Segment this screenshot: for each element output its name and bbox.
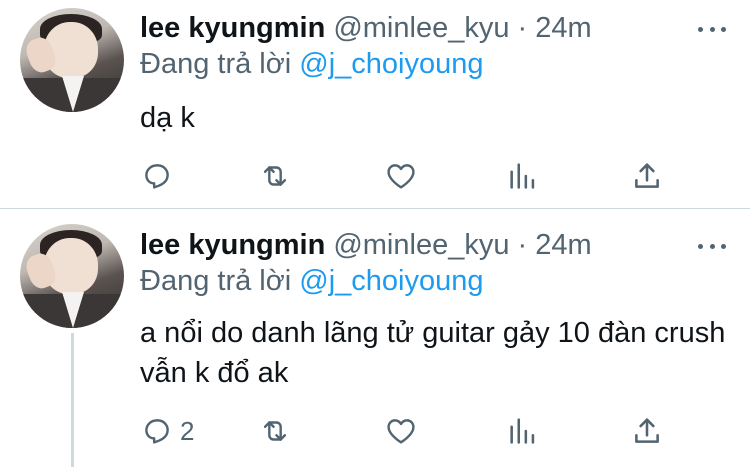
- avatar[interactable]: [20, 8, 124, 112]
- reply-count: 2: [180, 415, 195, 446]
- stats-button[interactable]: [506, 158, 540, 194]
- tweet[interactable]: lee kyungmin @minlee_kyu · 24m Đang trả …: [0, 0, 750, 208]
- mention-link[interactable]: @j_choiyoung: [299, 265, 483, 297]
- mention-link[interactable]: @j_choiyoung: [299, 48, 483, 80]
- retweet-icon: [263, 166, 287, 186]
- heart-icon: [387, 164, 415, 189]
- share-icon: [635, 163, 659, 188]
- replying-to: Đang trả lời @j_choiyoung: [140, 48, 483, 81]
- share-button[interactable]: [630, 413, 664, 449]
- replying-to-label: Đang trả lời: [140, 265, 300, 297]
- like-button[interactable]: [384, 158, 418, 194]
- tweet[interactable]: lee kyungmin @minlee_kyu · 24m Đang trả …: [0, 209, 750, 467]
- like-button[interactable]: [384, 413, 418, 449]
- tweet-text: a nổi do danh lãng tử guitar gảy 10 đàn …: [140, 317, 726, 389]
- replying-to: Đang trả lời @j_choiyoung: [140, 265, 483, 298]
- reply-button[interactable]: 2: [140, 413, 194, 449]
- stats-button[interactable]: [506, 413, 540, 449]
- tweet-header: lee kyungmin @minlee_kyu · 24m: [140, 8, 592, 48]
- tweet-actions: [138, 158, 678, 194]
- heart-icon: [387, 419, 415, 444]
- more-icon[interactable]: [698, 231, 726, 261]
- author-name[interactable]: lee kyungmin: [140, 229, 325, 262]
- tweet-actions: 2: [138, 413, 678, 449]
- stats-icon: [510, 163, 535, 189]
- more-icon[interactable]: [698, 14, 726, 44]
- avatar[interactable]: [20, 224, 124, 328]
- tweet-text: dạ k: [140, 102, 195, 134]
- replying-to-label: Đang trả lời: [140, 48, 300, 80]
- tweet-header: lee kyungmin @minlee_kyu · 24m: [140, 225, 592, 265]
- share-icon: [635, 418, 659, 443]
- stats-icon: [510, 418, 535, 444]
- retweet-button[interactable]: [258, 413, 292, 449]
- thread-connector-line: [71, 333, 74, 467]
- share-button[interactable]: [630, 158, 664, 194]
- reply-icon: [145, 164, 169, 189]
- author-handle-time: @minlee_kyu · 24m: [333, 228, 592, 261]
- author-handle-time: @minlee_kyu · 24m: [333, 11, 592, 44]
- author-name[interactable]: lee kyungmin: [140, 12, 325, 45]
- retweet-button[interactable]: [258, 158, 292, 194]
- reply-button[interactable]: [140, 158, 180, 194]
- reply-icon: [145, 419, 169, 444]
- retweet-icon: [263, 421, 287, 441]
